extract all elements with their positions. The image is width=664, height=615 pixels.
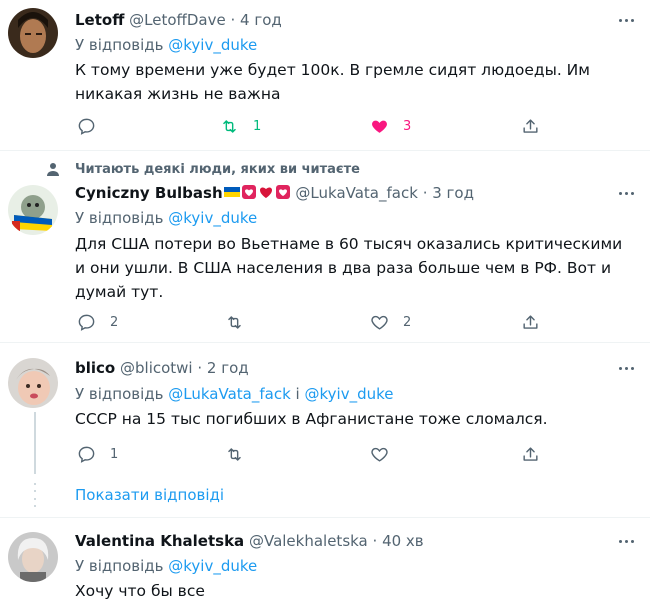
reply-conjunction: і bbox=[295, 385, 300, 403]
share-icon bbox=[523, 118, 538, 133]
more-icon[interactable] bbox=[616, 10, 636, 30]
like-icon bbox=[371, 315, 388, 330]
reply-to-link-2[interactable]: @kyiv_duke bbox=[305, 385, 394, 403]
reply-context: У відповідь @kyiv_duke bbox=[75, 208, 257, 228]
retweet-button[interactable] bbox=[225, 312, 258, 332]
tweet-actions: 1 3 bbox=[75, 116, 555, 136]
tweet-cyniczny-bulbash[interactable]: Cyniczny Bulbash @LukaVata_fack · 3 год … bbox=[0, 150, 650, 342]
retweet-button[interactable]: 1 bbox=[220, 116, 261, 136]
tweet-time[interactable]: · 2 год bbox=[197, 359, 248, 377]
reply-button[interactable]: 2 bbox=[77, 312, 118, 332]
avatar[interactable] bbox=[8, 185, 58, 235]
ukraine-flag-icon bbox=[223, 187, 240, 197]
reply-context: У відповідь @kyiv_duke bbox=[75, 556, 257, 576]
like-icon bbox=[371, 447, 388, 462]
reply-context: У відповідь @LukaVata_fack і @kyiv_duke bbox=[75, 384, 393, 404]
avatar[interactable] bbox=[8, 532, 58, 582]
tweet-time[interactable]: · 4 год bbox=[230, 11, 281, 29]
reply-count: 2 bbox=[110, 314, 119, 330]
heart-box-icon bbox=[241, 185, 256, 199]
reply-prefix: У відповідь bbox=[75, 36, 164, 54]
share-button[interactable] bbox=[521, 444, 540, 464]
author-name[interactable]: blico bbox=[75, 359, 115, 377]
like-button[interactable] bbox=[370, 444, 403, 464]
share-button[interactable] bbox=[521, 116, 540, 136]
reply-prefix: У відповідь bbox=[75, 385, 164, 403]
tweet-actions: 1 bbox=[75, 444, 555, 464]
like-count: 2 bbox=[403, 314, 412, 330]
tweet-time[interactable]: · 3 год bbox=[423, 184, 474, 202]
reply-count: 1 bbox=[110, 446, 119, 462]
reply-to-link[interactable]: @kyiv_duke bbox=[168, 557, 257, 575]
like-button[interactable]: 2 bbox=[370, 312, 411, 332]
retweet-button[interactable] bbox=[225, 444, 258, 464]
author-handle[interactable]: @LukaVata_fack bbox=[295, 184, 417, 202]
tweet-text: СССР на 15 тыс погибших в Афганистане то… bbox=[75, 410, 548, 428]
share-button[interactable] bbox=[521, 312, 540, 332]
author-name[interactable]: Valentina Khaletska bbox=[75, 532, 244, 550]
reply-prefix: У відповідь bbox=[75, 557, 164, 575]
reply-to-link[interactable]: @kyiv_duke bbox=[168, 209, 257, 227]
reply-button[interactable] bbox=[77, 116, 110, 136]
author-handle[interactable]: @LetoffDave bbox=[129, 11, 226, 29]
reply-to-link[interactable]: @kyiv_duke bbox=[168, 36, 257, 54]
show-replies-link[interactable]: Показати відповіді bbox=[75, 486, 224, 504]
tweet-valentina-khaletska[interactable]: Valentina Khaletska @Valekhaletska · 40 … bbox=[0, 517, 650, 615]
reply-context: У відповідь @kyiv_duke bbox=[75, 35, 257, 55]
retweet-icon bbox=[228, 315, 241, 329]
retweet-count: 1 bbox=[253, 118, 262, 134]
retweet-icon bbox=[228, 447, 241, 461]
reply-button[interactable]: 1 bbox=[77, 444, 118, 464]
tweet-letoff[interactable]: Letoff @LetoffDave · 4 год У відповідь @… bbox=[0, 0, 650, 150]
more-icon[interactable] bbox=[616, 358, 636, 378]
thread-line bbox=[34, 412, 36, 474]
reply-to-link[interactable]: @LukaVata_fack bbox=[168, 385, 290, 403]
tweet-text: Для США потери во Вьетнаме в 60 тысяч ок… bbox=[75, 235, 623, 301]
reply-icon bbox=[78, 446, 95, 463]
heart-box-icon bbox=[275, 185, 290, 199]
like-button[interactable]: 3 bbox=[370, 116, 411, 136]
author-handle[interactable]: @blicotwi bbox=[120, 359, 193, 377]
author-handle[interactable]: @Valekhaletska bbox=[249, 532, 368, 550]
reply-icon bbox=[78, 314, 95, 331]
like-icon bbox=[372, 120, 387, 133]
tweet-actions: 2 2 bbox=[75, 312, 555, 332]
author-name[interactable]: Letoff bbox=[75, 11, 124, 29]
more-icon[interactable] bbox=[616, 183, 636, 203]
retweet-icon bbox=[223, 119, 236, 133]
reply-icon bbox=[78, 118, 95, 135]
avatar[interactable] bbox=[8, 358, 58, 408]
share-icon bbox=[523, 314, 538, 329]
author-name[interactable]: Cyniczny Bulbash bbox=[75, 184, 223, 202]
tweet-text: Хочу что бы все bbox=[75, 582, 205, 600]
thread-dots bbox=[33, 483, 37, 507]
reply-prefix: У відповідь bbox=[75, 209, 164, 227]
heart-icon bbox=[259, 187, 272, 198]
avatar[interactable] bbox=[8, 8, 58, 58]
share-icon bbox=[523, 446, 538, 461]
tweet-text: К тому времени уже будет 100к. В гремле … bbox=[75, 61, 590, 103]
tweet-time[interactable]: · 40 хв bbox=[373, 532, 424, 550]
like-count: 3 bbox=[403, 118, 412, 134]
more-icon[interactable] bbox=[616, 531, 636, 551]
